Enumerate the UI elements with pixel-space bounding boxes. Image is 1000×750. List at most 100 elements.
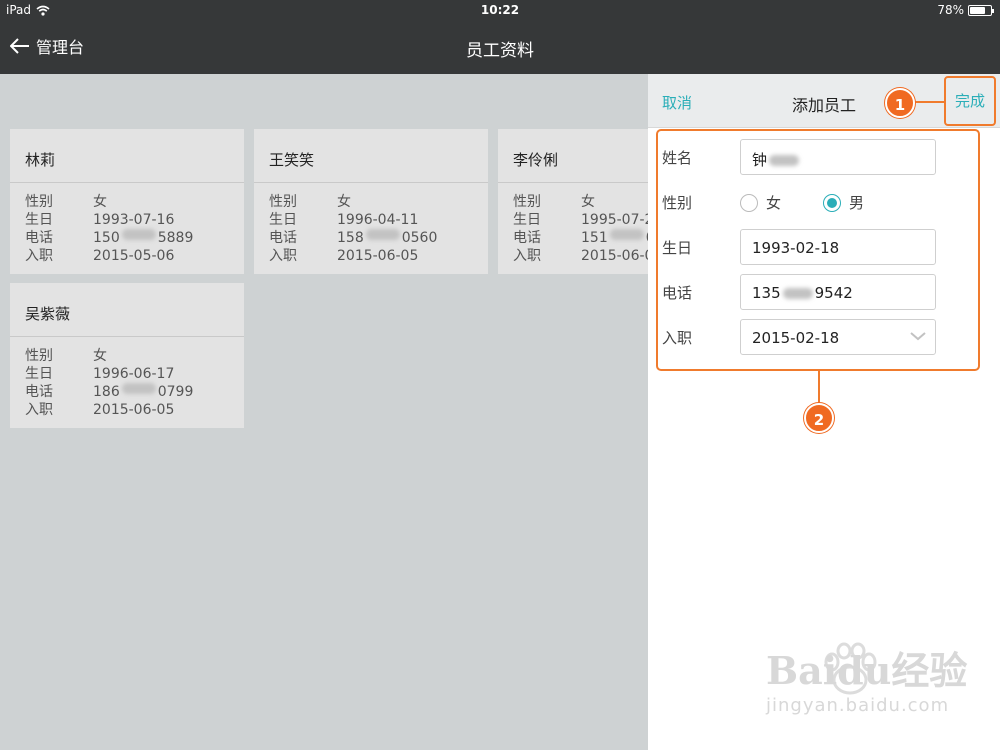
detail-row: 性别 女	[25, 193, 244, 211]
gender-radio-male[interactable]: 男	[823, 192, 864, 213]
battery-fill	[970, 6, 986, 14]
phone-prefix: 151	[581, 230, 608, 246]
detail-value: 1995-07-2	[581, 212, 648, 228]
status-right: 78%	[937, 3, 994, 17]
employee-details: 性别 女 生日 1993-07-16 电话 150 5889 入职 2015-05-06	[10, 183, 244, 265]
phone-field[interactable]: 135 9542	[740, 274, 936, 310]
employee-card[interactable]: 林莉 性别 女 生日 1993-07-16 电话 150 5889 入职 2015-05-…	[10, 129, 244, 274]
detail-row: 入职 2015-05-06	[25, 247, 244, 265]
detail-row: 性别 女	[513, 193, 648, 211]
detail-label: 性别	[25, 348, 53, 364]
name-field[interactable]: 钟	[740, 139, 936, 175]
chevron-down-icon	[910, 332, 926, 341]
detail-label: 入职	[269, 248, 297, 264]
detail-label: 生日	[269, 212, 297, 228]
radio-checked-icon	[823, 193, 841, 212]
detail-row: 生日 1995-07-2	[513, 211, 648, 229]
redaction-blur	[121, 383, 156, 394]
detail-label: 入职	[25, 402, 53, 418]
status-bar: iPad 10:22 78%	[0, 0, 1000, 20]
detail-label: 入职	[513, 248, 541, 264]
phone-prefix: 158	[337, 230, 364, 246]
detail-value: 1996-04-11	[337, 212, 419, 228]
radio-unchecked-icon	[740, 193, 758, 212]
employee-card[interactable]: 吴紫薇 性别 女 生日 1996-06-17 电话 186 0799 入职 2015-06…	[10, 283, 244, 428]
baidu-watermark: Baidu经验 jingyan.baidu.com	[766, 640, 967, 716]
name-value: 钟	[752, 151, 768, 169]
annotation-badge-2: 2	[804, 403, 834, 433]
done-button[interactable]: 完成	[944, 76, 996, 126]
detail-label: 电话	[513, 230, 541, 246]
employee-details: 性别 女 生日 1996-06-17 电话 186 0799 入职 2015-06-05	[10, 337, 244, 419]
phone-suffix: 0799	[157, 384, 194, 400]
redaction-blur	[609, 229, 644, 240]
detail-value: 2015-06-05	[93, 402, 175, 418]
detail-row: 电话 158 0560	[269, 229, 488, 247]
detail-value: 1993-07-16	[93, 212, 175, 228]
detail-label: 电话	[269, 230, 297, 246]
phone-suffix: 9542	[814, 284, 853, 302]
phone-label: 电话	[662, 284, 693, 302]
name-label: 姓名	[662, 149, 693, 167]
employee-grid: 林莉 性别 女 生日 1993-07-16 电话 150 5889 入职 2015-05-…	[0, 74, 648, 750]
detail-label: 性别	[269, 194, 297, 210]
battery-icon	[968, 4, 994, 16]
detail-value: 2015-06-05	[337, 248, 419, 264]
phone-prefix: 150	[93, 230, 120, 246]
employee-name: 李伶俐	[498, 129, 648, 183]
detail-label: 入职	[25, 248, 53, 264]
status-time: 10:22	[480, 3, 520, 17]
birthday-field[interactable]: 1993-02-18	[740, 229, 936, 265]
gender-female-label: 女	[766, 194, 782, 212]
detail-row: 入职 2015-06-05	[25, 401, 244, 419]
nav-bar: 管理台 员工资料	[0, 20, 1000, 74]
employee-card[interactable]: 王笑笑 性别 女 生日 1996-04-11 电话 158 0560 入职 2015-06…	[254, 129, 488, 274]
detail-value: 2015-05-06	[93, 248, 175, 264]
gender-radio-female[interactable]: 女	[740, 192, 781, 213]
birthday-label: 生日	[662, 239, 693, 257]
detail-row: 入职 2015-06-05	[269, 247, 488, 265]
detail-value: 女	[337, 194, 351, 210]
detail-label: 生日	[25, 366, 53, 382]
detail-label: 生日	[25, 212, 53, 228]
detail-row: 生日 1993-07-16	[25, 211, 244, 229]
detail-label: 电话	[25, 384, 53, 400]
phone-prefix: 135	[752, 284, 781, 302]
hired-date-select[interactable]: 2015-02-18	[740, 319, 936, 355]
annotation-connector	[914, 101, 944, 103]
battery-percent: 78%	[937, 3, 964, 17]
hired-label: 入职	[662, 329, 693, 347]
employee-name: 林莉	[10, 129, 244, 183]
detail-row: 性别 女	[269, 193, 488, 211]
page-title: 员工资料	[466, 41, 534, 61]
detail-label: 生日	[513, 212, 541, 228]
employee-details: 性别女 生日1995-07-2 电话1510 入职2015-06-0	[498, 183, 648, 265]
redaction-blur	[782, 288, 813, 299]
detail-label: 电话	[25, 230, 53, 246]
employee-name: 王笑笑	[254, 129, 488, 183]
detail-value: 女	[581, 194, 595, 210]
gender-male-label: 男	[849, 194, 865, 212]
detail-row: 生日 1996-06-17	[25, 365, 244, 383]
phone-prefix: 186	[93, 384, 120, 400]
gender-label: 性别	[662, 194, 693, 212]
detail-label: 性别	[25, 194, 53, 210]
phone-suffix: 0560	[401, 230, 438, 246]
detail-value: 女	[93, 194, 107, 210]
detail-row: 入职 2015-06-0	[513, 247, 648, 265]
watermark-url: jingyan.baidu.com	[766, 695, 950, 716]
annotation-connector	[818, 370, 820, 404]
detail-row: 性别 女	[25, 347, 244, 365]
detail-value: 2015-06-0	[581, 248, 648, 264]
employee-name: 吴紫薇	[10, 283, 244, 337]
redaction-blur	[769, 155, 800, 166]
detail-row: 生日 1996-04-11	[269, 211, 488, 229]
redaction-blur	[121, 229, 156, 240]
detail-label: 性别	[513, 194, 541, 210]
annotation-badge-1: 1	[885, 88, 915, 118]
employee-card[interactable]: 李伶俐 性别女 生日1995-07-2 电话1510 入职2015-06-0	[498, 129, 648, 274]
hired-value: 2015-02-18	[752, 329, 840, 347]
detail-row: 电话 150 5889	[25, 229, 244, 247]
detail-row: 电话1510	[513, 229, 648, 247]
phone-suffix: 5889	[157, 230, 194, 246]
